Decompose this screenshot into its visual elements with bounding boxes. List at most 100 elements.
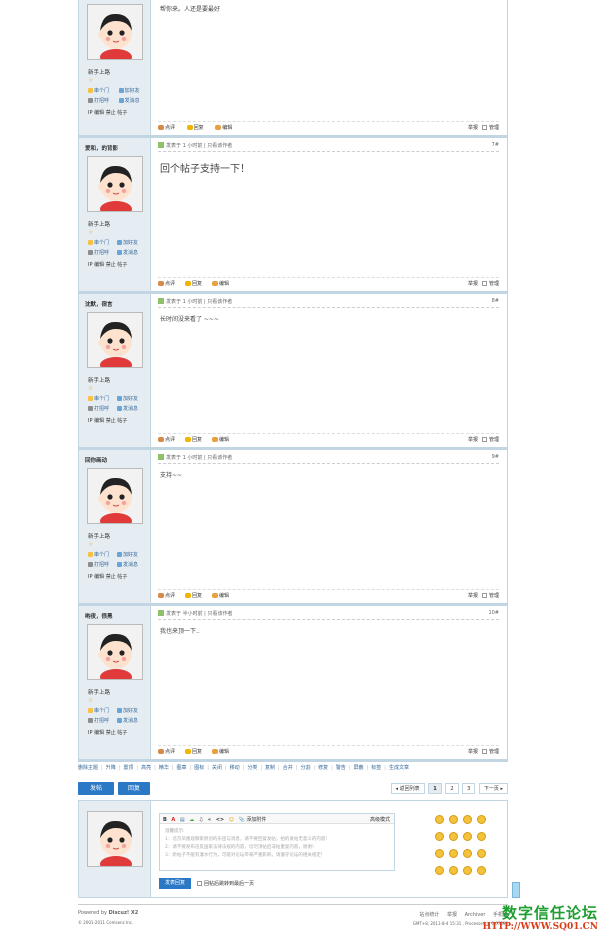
- manage-link[interactable]: 管理: [489, 281, 499, 287]
- image-button[interactable]: ▤: [180, 817, 185, 823]
- user-posts-link[interactable]: 帖子: [117, 110, 127, 116]
- mod-action-link[interactable]: 移动: [230, 765, 240, 771]
- avatar[interactable]: [87, 156, 143, 212]
- font-color-button[interactable]: A: [171, 817, 175, 823]
- admin-edit-link[interactable]: 编辑: [94, 574, 104, 580]
- manage-checkbox[interactable]: [481, 437, 487, 442]
- mod-action-link[interactable]: 置顶: [123, 765, 133, 771]
- greet-button[interactable]: 打招呼: [88, 97, 117, 104]
- smiley-icon[interactable]: [435, 815, 444, 824]
- smiley-icon[interactable]: [463, 815, 472, 824]
- page-3-button[interactable]: 3: [462, 783, 476, 794]
- smiley-icon[interactable]: [477, 815, 486, 824]
- mod-action-link[interactable]: 图章: [177, 765, 187, 771]
- rate-button[interactable]: 点评: [158, 125, 175, 131]
- manage-checkbox[interactable]: [481, 749, 487, 754]
- report-link[interactable]: 举报: [468, 437, 478, 443]
- manage-link[interactable]: 管理: [489, 593, 499, 599]
- edit-button[interactable]: 编辑: [212, 281, 229, 287]
- side-tab[interactable]: [512, 882, 520, 898]
- mod-action-link[interactable]: 合并: [283, 765, 293, 771]
- smiley-icon[interactable]: [477, 866, 486, 875]
- reply-button[interactable]: 回复: [185, 437, 202, 443]
- quote-button[interactable]: «: [208, 817, 211, 823]
- visit-button[interactable]: 串个门: [88, 551, 117, 558]
- manage-link[interactable]: 管理: [489, 125, 499, 131]
- admin-edit-link[interactable]: 编辑: [94, 262, 104, 268]
- media-button[interactable]: ♫: [199, 817, 203, 823]
- smiley-icon[interactable]: [477, 832, 486, 841]
- submit-reply-button[interactable]: 发表回复: [159, 878, 191, 889]
- manage-checkbox[interactable]: [481, 593, 487, 598]
- reply-button[interactable]: 回复: [185, 281, 202, 287]
- report-link[interactable]: 举报: [468, 125, 478, 131]
- username-link[interactable]: 爱和，的背影: [85, 144, 118, 152]
- reply-button[interactable]: 回复: [186, 125, 204, 131]
- smiley-icon[interactable]: [463, 832, 472, 841]
- smiley-icon[interactable]: [449, 866, 458, 875]
- ip-link[interactable]: IP: [88, 262, 93, 268]
- greet-button[interactable]: 打招呼: [88, 717, 117, 724]
- code-button[interactable]: <>: [216, 817, 224, 823]
- mod-action-link[interactable]: 复制: [265, 765, 275, 771]
- mod-action-link[interactable]: 高亮: [141, 765, 151, 771]
- floor-number[interactable]: 8#: [492, 298, 499, 304]
- ban-link[interactable]: 禁止: [106, 418, 116, 424]
- advanced-mode-link[interactable]: 高级模式: [370, 816, 390, 823]
- smiley-icon[interactable]: [449, 832, 458, 841]
- visit-button[interactable]: 串个门: [88, 395, 117, 402]
- avatar[interactable]: [87, 468, 143, 524]
- mod-action-link[interactable]: 删除主题: [78, 765, 98, 771]
- smiley-icon[interactable]: [449, 849, 458, 858]
- smiley-icon[interactable]: [463, 866, 472, 875]
- rate-button[interactable]: 点评: [158, 281, 175, 287]
- my-avatar[interactable]: [87, 811, 143, 867]
- bold-button[interactable]: B: [163, 817, 167, 823]
- reply-main-button[interactable]: 回复: [118, 782, 150, 795]
- mod-action-link[interactable]: 精华: [159, 765, 169, 771]
- page-1-button[interactable]: 1: [428, 783, 442, 794]
- stats-link[interactable]: 站点统计: [419, 912, 439, 918]
- ip-link[interactable]: IP: [88, 574, 93, 580]
- mod-action-link[interactable]: 警告: [336, 765, 346, 771]
- reply-textarea[interactable]: 温馨提示: 1：北京凤凰观察家原创的乐团与消息，请不要回复发帖，拍的发帖无意义的…: [160, 824, 394, 864]
- smiley-icon[interactable]: [435, 849, 444, 858]
- ip-link[interactable]: IP: [88, 730, 93, 736]
- send-message-button[interactable]: 发消息: [117, 561, 146, 568]
- ip-link[interactable]: IP: [88, 110, 93, 116]
- send-message-button[interactable]: 发消息: [117, 405, 146, 412]
- mod-action-link[interactable]: 分割: [300, 765, 310, 771]
- admin-edit-link[interactable]: 编辑: [94, 418, 104, 424]
- smiley-icon[interactable]: ☺: [229, 817, 234, 823]
- back-to-list-button[interactable]: ◂ 返回列表: [390, 783, 425, 794]
- floor-number[interactable]: 10#: [488, 610, 499, 616]
- send-message-button[interactable]: 发消息: [117, 717, 146, 724]
- mod-action-link[interactable]: 生成文章: [389, 765, 409, 771]
- mod-action-link[interactable]: 关闭: [212, 765, 222, 771]
- username-link[interactable]: 沈默，宿言: [85, 300, 113, 308]
- user-posts-link[interactable]: 帖子: [117, 418, 127, 424]
- ip-link[interactable]: IP: [88, 418, 93, 424]
- ban-link[interactable]: 禁止: [106, 730, 116, 736]
- avatar[interactable]: [87, 4, 143, 60]
- edit-button[interactable]: 编辑: [215, 125, 232, 131]
- username-link[interactable]: 哟夜，很黑: [85, 612, 113, 620]
- report-link[interactable]: 举报: [468, 281, 478, 287]
- username-link[interactable]: 回你画动: [85, 456, 107, 464]
- edit-button[interactable]: 编辑: [212, 437, 229, 443]
- reply-button[interactable]: 回复: [185, 749, 202, 755]
- edit-button[interactable]: 编辑: [212, 593, 229, 599]
- admin-edit-link[interactable]: 编辑: [94, 730, 104, 736]
- manage-checkbox[interactable]: [481, 281, 487, 286]
- admin-edit-link[interactable]: 编辑: [94, 110, 104, 116]
- visit-button[interactable]: 串个门: [88, 707, 117, 714]
- greet-button[interactable]: 打招呼: [88, 561, 117, 568]
- avatar[interactable]: [87, 312, 143, 368]
- jump-last-checkbox[interactable]: [197, 881, 202, 886]
- user-posts-link[interactable]: 帖子: [117, 730, 127, 736]
- smiley-icon[interactable]: [477, 849, 486, 858]
- only-author-link[interactable]: 只看该作者: [207, 299, 232, 305]
- user-posts-link[interactable]: 帖子: [117, 574, 127, 580]
- page-2-button[interactable]: 2: [445, 783, 459, 794]
- greet-button[interactable]: 打招呼: [88, 405, 117, 412]
